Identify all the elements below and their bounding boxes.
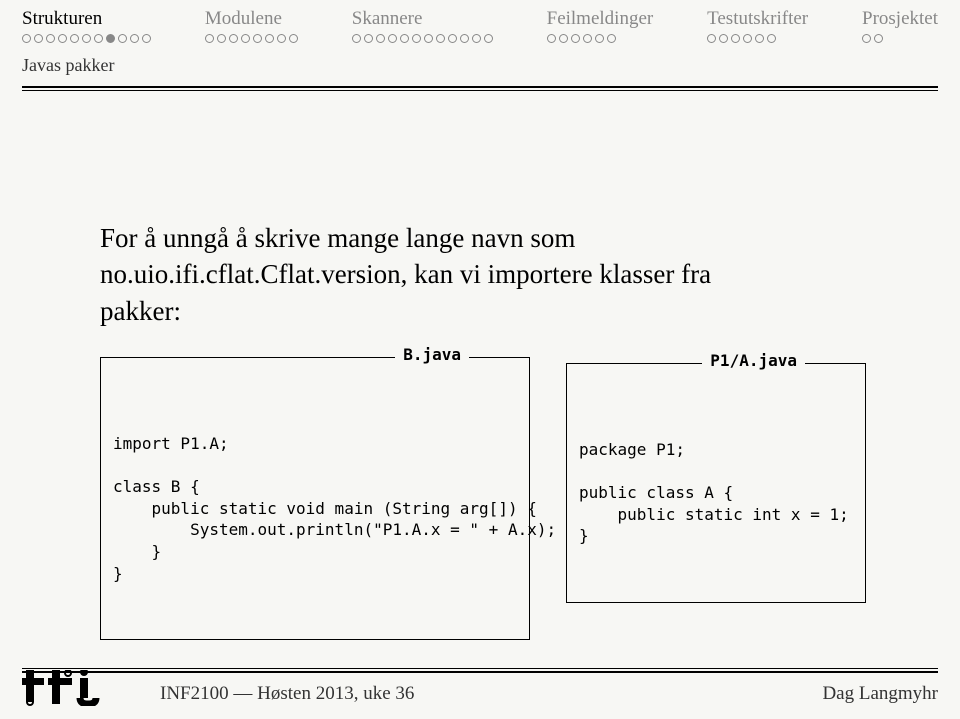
progress-dot[interactable] xyxy=(241,34,250,43)
progress-dot[interactable] xyxy=(743,34,752,43)
lead-line: For å unngå å skrive mange lange navn so… xyxy=(100,223,575,253)
code-filename: B.java xyxy=(395,344,469,366)
nav-label: Feilmeldinger xyxy=(547,8,654,30)
progress-dot[interactable] xyxy=(719,34,728,43)
progress-dot[interactable] xyxy=(142,34,151,43)
progress-dot[interactable] xyxy=(253,34,262,43)
progress-dot[interactable] xyxy=(862,34,871,43)
progress-dot[interactable] xyxy=(424,34,433,43)
nav-bar: Strukturen Modulene Skannere Feilmelding… xyxy=(0,0,960,43)
nav-label: Prosjektet xyxy=(862,8,938,30)
progress-dot[interactable] xyxy=(484,34,493,43)
progress-dot[interactable] xyxy=(118,34,127,43)
progress-dot[interactable] xyxy=(94,34,103,43)
nav-dots xyxy=(707,34,776,43)
progress-dot[interactable] xyxy=(34,34,43,43)
progress-dot[interactable] xyxy=(22,34,31,43)
progress-dot[interactable] xyxy=(755,34,764,43)
nav-dots xyxy=(352,34,493,43)
nav-item-modulene[interactable]: Modulene xyxy=(205,8,298,43)
footer-author: Dag Langmyhr xyxy=(822,683,938,705)
footer-course: INF2100 — Høsten 2013, uke 36 xyxy=(160,683,414,705)
progress-dot[interactable] xyxy=(277,34,286,43)
code-row: B.java import P1.A; class B { public sta… xyxy=(100,357,900,640)
progress-dot[interactable] xyxy=(106,34,115,43)
progress-dot[interactable] xyxy=(767,34,776,43)
top-rule xyxy=(22,86,938,91)
progress-dot[interactable] xyxy=(376,34,385,43)
progress-dot[interactable] xyxy=(412,34,421,43)
nav-item-testutskrifter[interactable]: Testutskrifter xyxy=(707,8,808,43)
nav-item-feilmeldinger[interactable]: Feilmeldinger xyxy=(547,8,654,43)
progress-dot[interactable] xyxy=(547,34,556,43)
progress-dot[interactable] xyxy=(352,34,361,43)
nav-item-skannere[interactable]: Skannere xyxy=(352,8,493,43)
ifi-logo xyxy=(22,670,142,711)
progress-dot[interactable] xyxy=(595,34,604,43)
nav-item-prosjektet[interactable]: Prosjektet xyxy=(862,8,938,43)
slide: Strukturen Modulene Skannere Feilmelding… xyxy=(0,0,960,719)
progress-dot[interactable] xyxy=(217,34,226,43)
code-box-p1-a-java: P1/A.java package P1; public class A { p… xyxy=(566,363,866,603)
progress-dot[interactable] xyxy=(364,34,373,43)
section-subtitle: Javas pakker xyxy=(0,43,960,80)
code-body: package P1; public class A { public stat… xyxy=(579,439,853,547)
nav-label: Skannere xyxy=(352,8,423,30)
lead-paragraph: For å unngå å skrive mange lange navn so… xyxy=(100,220,900,329)
progress-dot[interactable] xyxy=(436,34,445,43)
nav-dots xyxy=(547,34,616,43)
progress-dot[interactable] xyxy=(130,34,139,43)
nav-item-strukturen[interactable]: Strukturen xyxy=(22,8,151,43)
progress-dot[interactable] xyxy=(400,34,409,43)
progress-dot[interactable] xyxy=(571,34,580,43)
nav-dots xyxy=(22,34,151,43)
progress-dot[interactable] xyxy=(46,34,55,43)
progress-dot[interactable] xyxy=(229,34,238,43)
slide-content: For å unngå å skrive mange lange navn so… xyxy=(100,220,900,640)
progress-dot[interactable] xyxy=(70,34,79,43)
progress-dot[interactable] xyxy=(58,34,67,43)
lead-line: no.uio.ifi.cflat.Cflat.version, kan vi i… xyxy=(100,259,711,289)
code-filename: P1/A.java xyxy=(702,350,805,372)
progress-dot[interactable] xyxy=(731,34,740,43)
progress-dot[interactable] xyxy=(265,34,274,43)
progress-dot[interactable] xyxy=(607,34,616,43)
code-body: import P1.A; class B { public static voi… xyxy=(113,433,517,584)
nav-label: Strukturen xyxy=(22,8,102,30)
progress-dot[interactable] xyxy=(205,34,214,43)
nav-label: Modulene xyxy=(205,8,282,30)
progress-dot[interactable] xyxy=(82,34,91,43)
progress-dot[interactable] xyxy=(388,34,397,43)
progress-dot[interactable] xyxy=(559,34,568,43)
progress-dot[interactable] xyxy=(874,34,883,43)
progress-dot[interactable] xyxy=(448,34,457,43)
progress-dot[interactable] xyxy=(583,34,592,43)
progress-dot[interactable] xyxy=(472,34,481,43)
bottom-rule xyxy=(22,668,938,673)
nav-dots xyxy=(862,34,883,43)
lead-line: pakker: xyxy=(100,296,181,326)
progress-dot[interactable] xyxy=(460,34,469,43)
progress-dot[interactable] xyxy=(289,34,298,43)
nav-label: Testutskrifter xyxy=(707,8,808,30)
progress-dot[interactable] xyxy=(707,34,716,43)
code-box-b-java: B.java import P1.A; class B { public sta… xyxy=(100,357,530,640)
nav-dots xyxy=(205,34,298,43)
